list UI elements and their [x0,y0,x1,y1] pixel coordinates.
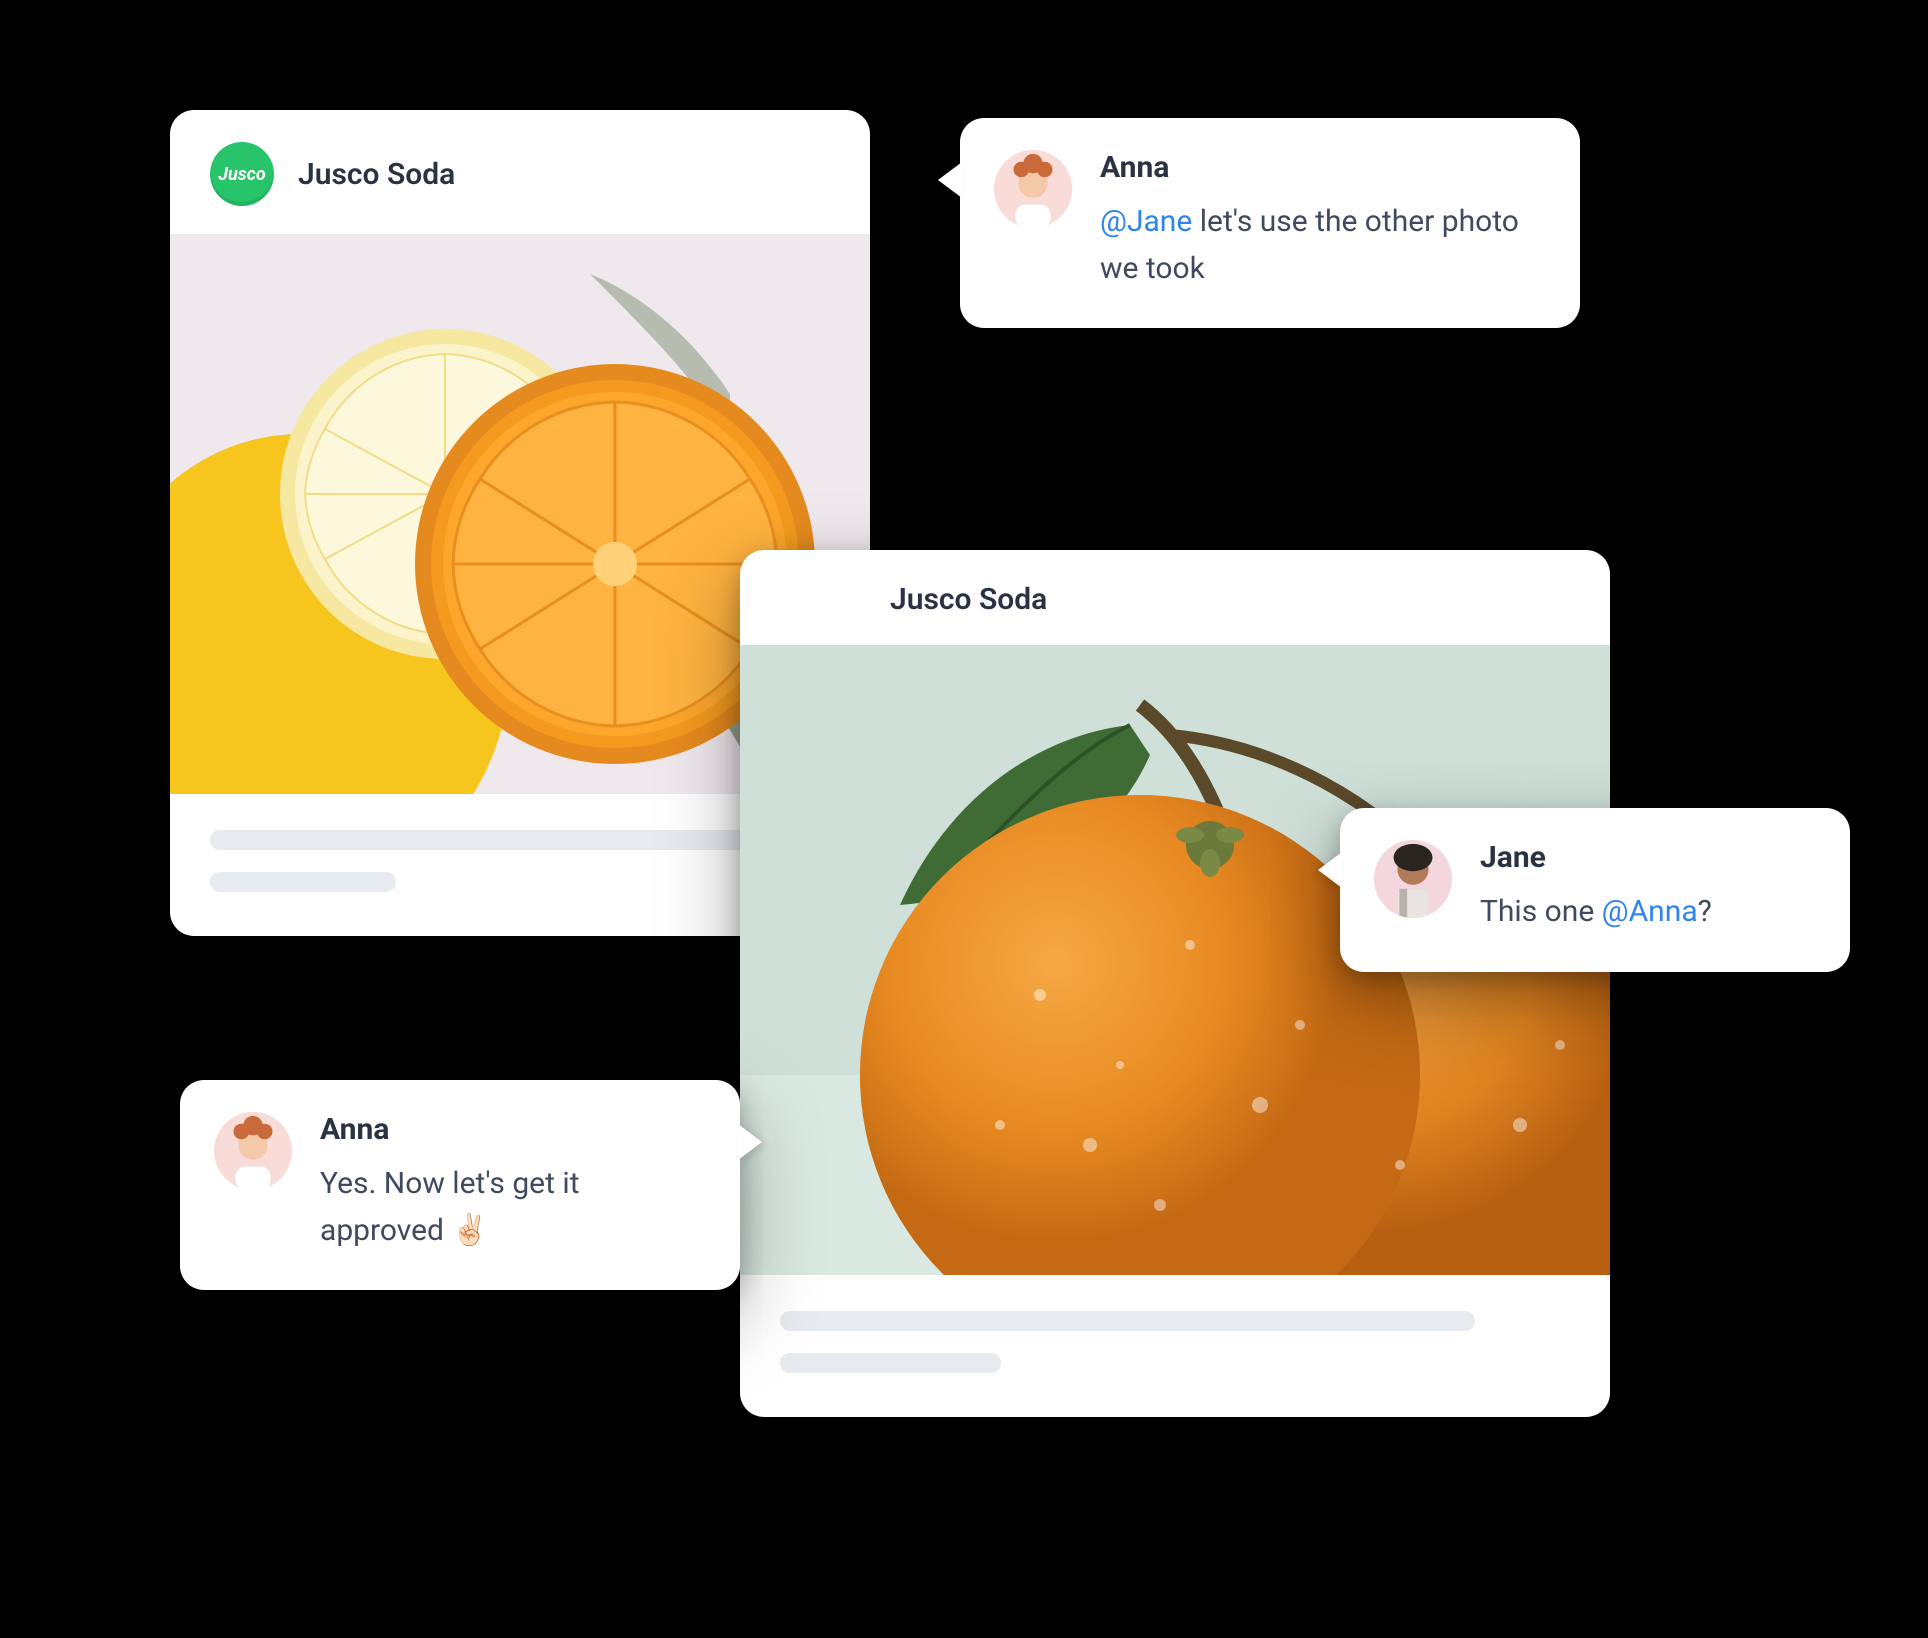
post-account-name: Jusco Soda [890,582,1047,617]
skeleton-line [210,830,756,850]
skeleton-line [210,872,396,892]
avatar-anna [994,150,1072,228]
comment-bubble-jane[interactable]: Jane This one @Anna? [1340,808,1850,972]
comment-text-after: ? [1698,894,1712,929]
post-card-2: Jusco Soda [740,550,1610,1417]
comment-bubble-anna-1[interactable]: Anna @Jane let's use the other photo we … [960,118,1580,328]
skeleton-line [780,1311,1475,1331]
post-caption-placeholder [740,1275,1610,1417]
mention-link[interactable]: @Jane [1100,204,1192,239]
comment-text: Yes. Now let's get it approved ✌🏻 [320,1161,696,1254]
mention-link[interactable]: @Anna [1602,894,1698,929]
brand-avatar: Jusco [210,142,274,206]
comment-author: Jane [1480,840,1806,875]
comment-text: @Jane let's use the other photo we took [1100,199,1536,292]
post-account-name: Jusco Soda [298,157,455,192]
post-header: Jusco Soda [740,550,1610,645]
post-header: Jusco Jusco Soda [170,110,870,234]
brand-badge-text: Jusco [218,164,265,185]
comment-author: Anna [1100,150,1536,185]
skeleton-line [780,1353,1001,1373]
comment-text-before: This one [1480,894,1602,929]
comment-text: This one @Anna? [1480,889,1806,936]
comment-author: Anna [320,1112,696,1147]
avatar-jane [1374,840,1452,918]
avatar-anna [214,1112,292,1190]
comment-bubble-anna-2[interactable]: Anna Yes. Now let's get it approved ✌🏻 [180,1080,740,1290]
